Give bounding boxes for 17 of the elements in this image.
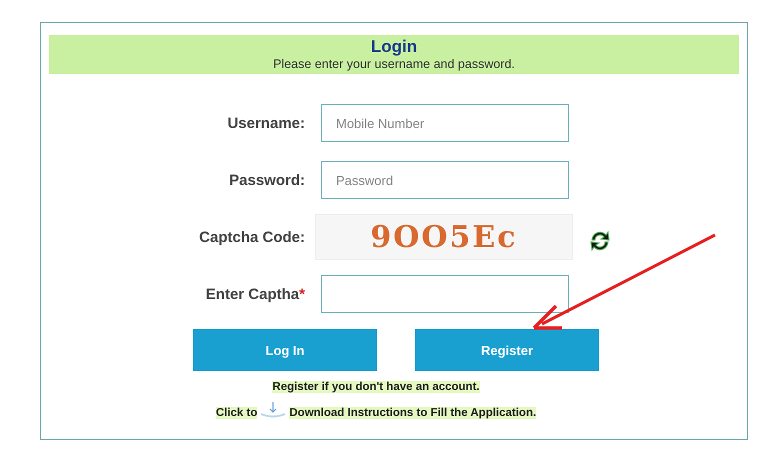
field-label: Password: [229, 172, 305, 188]
download-instructions-link[interactable]: Download Instructions to Fill the Application. [289, 407, 536, 419]
field-label: Username: [227, 114, 305, 132]
register-button[interactable]: Register [415, 329, 599, 371]
input-field[interactable] [321, 275, 569, 313]
download-icon[interactable] [259, 401, 288, 419]
captcha-code: 9OO5Ec [315, 214, 573, 260]
click-to-text: Click to [216, 407, 258, 419]
login-subtitle: Please enter your username and password. [272, 57, 516, 71]
register-note: Register if you don't have an account. [272, 381, 480, 393]
input-field[interactable]: Mobile Number [321, 104, 569, 142]
input-field[interactable]: Password [321, 161, 569, 199]
field-label: Captcha Code: [199, 228, 305, 246]
required-mark: * [299, 286, 305, 302]
field-label: Enter Captha [206, 286, 300, 302]
login-button[interactable]: Log In [193, 329, 377, 371]
login-title: Login [370, 37, 418, 57]
